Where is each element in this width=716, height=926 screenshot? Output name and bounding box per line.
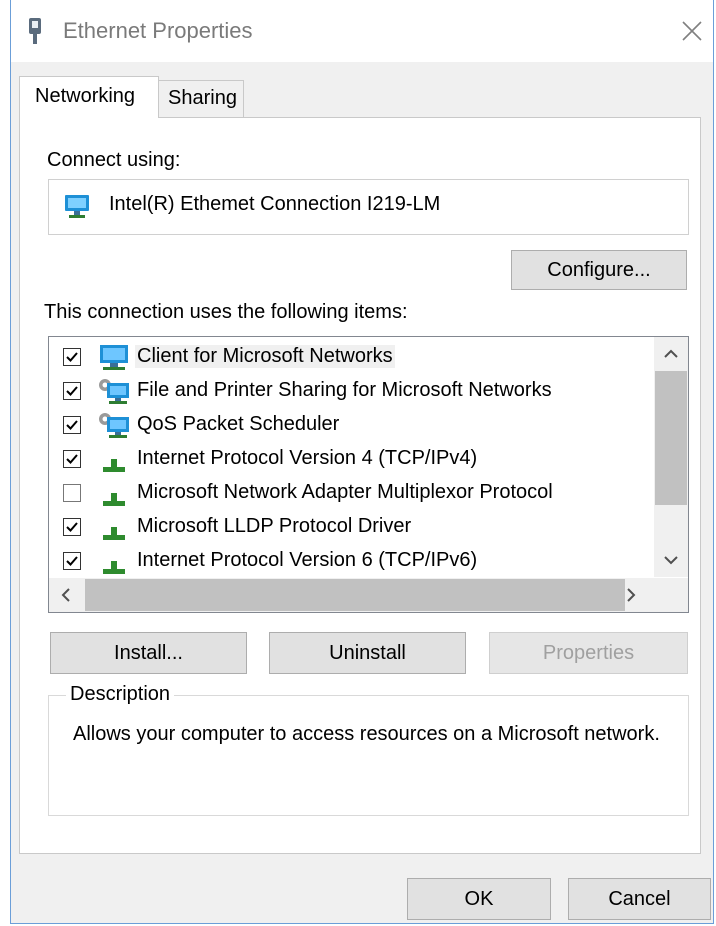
scroll-down-button[interactable] (654, 543, 688, 577)
protocol-icon (103, 527, 125, 540)
chevron-right-icon (627, 588, 636, 602)
cancel-button[interactable]: Cancel (568, 878, 711, 920)
checkmark-icon (66, 522, 78, 532)
list-item[interactable]: Client for Microsoft Networks (49, 340, 649, 374)
item-label: Microsoft Network Adapter Multiplexor Pr… (137, 481, 553, 503)
networking-panel: Connect using: Intel(R) Ethemet Connecti… (19, 117, 701, 854)
description-text: Allows your computer to access resources… (73, 723, 660, 745)
connect-using-label: Connect using: (47, 149, 181, 171)
scroll-up-button[interactable] (654, 337, 688, 371)
network-client-icon (100, 345, 128, 370)
item-checkbox[interactable] (63, 484, 81, 502)
configure-button[interactable]: Configure... (511, 250, 687, 290)
item-checkbox[interactable] (63, 552, 81, 570)
vertical-scroll-thumb[interactable] (655, 371, 687, 505)
close-button[interactable] (671, 10, 713, 52)
list-item[interactable]: QoS Packet Scheduler (49, 408, 649, 442)
protocol-icon (103, 459, 125, 472)
items-list[interactable]: Client for Microsoft Networks File and P… (48, 336, 689, 613)
item-checkbox[interactable] (63, 416, 81, 434)
item-checkbox[interactable] (63, 450, 81, 468)
adapter-name: Intel(R) Ethemet Connection I219-LM (109, 193, 441, 215)
scroll-left-button[interactable] (49, 578, 83, 612)
properties-button[interactable]: Properties (489, 632, 688, 674)
tab-sharing[interactable]: Sharing (158, 80, 244, 117)
network-adapter-icon (29, 18, 41, 44)
list-item[interactable]: Microsoft LLDP Protocol Driver (49, 510, 649, 544)
chevron-up-icon (664, 349, 678, 358)
description-legend: Description (66, 683, 175, 706)
list-item[interactable]: File and Printer Sharing for Microsoft N… (49, 374, 649, 408)
chevron-left-icon (61, 588, 70, 602)
title-bar[interactable]: Ethernet Properties (11, 0, 713, 62)
horizontal-scroll-thumb[interactable] (85, 579, 625, 611)
protocol-icon (103, 561, 125, 574)
checkmark-icon (66, 386, 78, 396)
horizontal-scrollbar[interactable] (49, 578, 688, 612)
ok-button[interactable]: OK (407, 878, 551, 920)
protocol-icon (103, 493, 125, 506)
tab-networking[interactable]: Networking (19, 76, 159, 118)
adapter-field: Intel(R) Ethemet Connection I219-LM (48, 179, 689, 235)
ethernet-properties-dialog: Ethernet Properties Networking Sharing C… (10, 0, 714, 924)
network-adapter-icon (65, 195, 89, 218)
item-label: QoS Packet Scheduler (137, 413, 340, 435)
item-checkbox[interactable] (63, 348, 81, 366)
install-button[interactable]: Install... (50, 632, 247, 674)
item-label: Internet Protocol Version 4 (TCP/IPv4) (137, 447, 478, 469)
description-group: Allows your computer to access resources… (48, 695, 689, 816)
item-label: Client for Microsoft Networks (135, 345, 395, 368)
list-item[interactable]: Microsoft Network Adapter Multiplexor Pr… (49, 476, 649, 510)
item-label: File and Printer Sharing for Microsoft N… (137, 379, 552, 401)
checkmark-icon (66, 352, 78, 362)
item-label: Microsoft LLDP Protocol Driver (137, 515, 412, 537)
checkmark-icon (66, 454, 78, 464)
checkmark-icon (66, 556, 78, 566)
uninstall-button[interactable]: Uninstall (269, 632, 466, 674)
chevron-down-icon (664, 556, 678, 565)
list-item[interactable]: Internet Protocol Version 6 (TCP/IPv6) (49, 544, 649, 578)
checkmark-icon (66, 420, 78, 430)
network-service-icon (99, 413, 129, 438)
window-title: Ethernet Properties (63, 18, 253, 43)
items-label: This connection uses the following items… (44, 301, 408, 323)
item-checkbox[interactable] (63, 518, 81, 536)
network-service-icon (99, 379, 129, 404)
vertical-scrollbar[interactable] (654, 337, 688, 577)
item-label: Internet Protocol Version 6 (TCP/IPv6) (137, 549, 478, 571)
item-checkbox[interactable] (63, 382, 81, 400)
close-icon (682, 21, 702, 41)
scroll-right-button[interactable] (614, 578, 648, 612)
list-item[interactable]: Internet Protocol Version 4 (TCP/IPv4) (49, 442, 649, 476)
